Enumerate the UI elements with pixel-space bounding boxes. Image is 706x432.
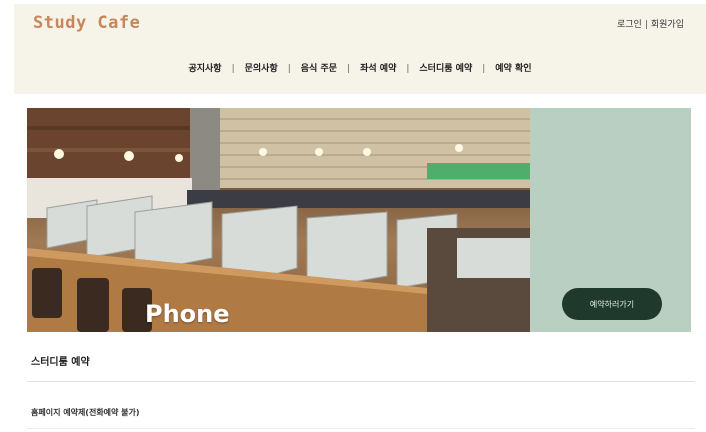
nav-item-seat-reservation[interactable]: 좌석 예약 [360,64,396,74]
nav-item-inquiry[interactable]: 문의사항 [245,64,278,74]
nav-item-studyroom-reservation[interactable]: 스터디룸 예약 [419,64,472,74]
cafe-photo-illustration [27,108,530,332]
nav-item-food-order[interactable]: 음식 주문 [301,64,337,74]
section-title: 스터디룸 예약 [31,357,90,368]
section-divider [27,381,695,382]
section-divider-bottom [27,428,695,429]
main-nav: 공지사항 | 문의사항 | 음식 주문 | 좌석 예약 | 스터디룸 예약 | 예약 확인 [14,61,706,74]
photo-label: Phone [145,300,230,328]
hero-side-panel: 예약하러가기 [530,108,691,332]
site-header: Study Cafe 로그인 | 회원가입 공지사항 | 문의사항 | 음식 주문 | 좌석 예… [14,4,706,94]
nav-separator: | [406,64,410,74]
nav-item-notice[interactable]: 공지사항 [188,64,221,74]
nav-separator: | [347,64,351,74]
reservation-policy-link[interactable]: 홈페이지 예약제(전화예약 불가) [31,407,140,418]
auth-links: 로그인 | 회원가입 [617,17,684,30]
reserve-button[interactable]: 예약하러가기 [562,288,662,320]
login-link[interactable]: 로그인 [617,20,642,30]
nav-separator: | [231,64,235,74]
hero-banner: Phone 예약하러가기 [27,108,691,332]
auth-separator: | [644,20,648,30]
nav-separator: | [287,64,291,74]
signup-link[interactable]: 회원가입 [651,20,684,30]
site-logo[interactable]: Study Cafe [33,13,140,33]
cafe-photo: Phone [27,108,530,332]
nav-separator: | [482,64,486,74]
nav-item-reservation-check[interactable]: 예약 확인 [495,64,531,74]
